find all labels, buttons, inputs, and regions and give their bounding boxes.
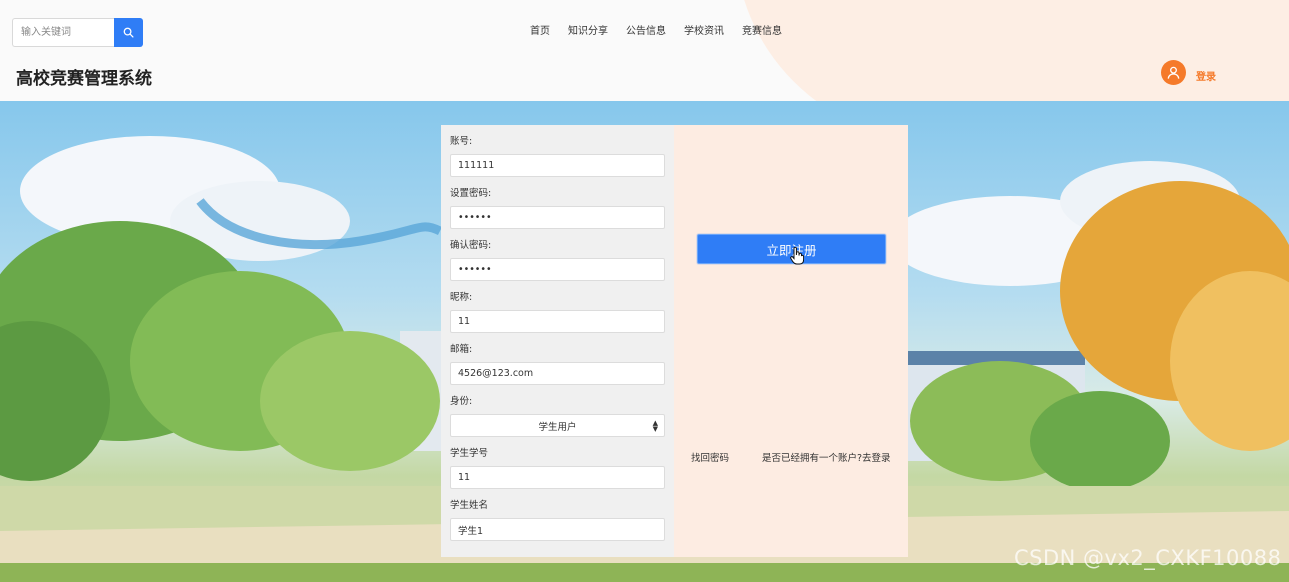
go-to-login-link[interactable]: 是否已经拥有一个账户?去登录: [762, 450, 891, 464]
header-decoration: [735, 0, 1289, 101]
nickname-label: 昵称:: [450, 292, 473, 303]
login-link[interactable]: 登录: [1196, 68, 1216, 83]
identity-select[interactable]: 学生用户 ▲ ▼: [450, 414, 665, 437]
site-title: 高校竞赛管理系统: [16, 69, 152, 89]
password-label: 设置密码:: [450, 188, 492, 199]
nickname-input[interactable]: [450, 310, 665, 333]
account-label: 账号:: [450, 136, 473, 147]
confirm-password-input[interactable]: [450, 258, 665, 281]
main-nav: 首页 知识分享 公告信息 学校资讯 竞赛信息: [530, 22, 782, 37]
user-icon: [1167, 66, 1180, 79]
nav-item-home[interactable]: 首页: [530, 22, 550, 37]
identity-select-value: 学生用户: [538, 421, 577, 433]
header: 首页 知识分享 公告信息 学校资讯 竞赛信息 高校竞赛管理系统 登录: [0, 0, 1289, 101]
hand-cursor-icon: [790, 247, 804, 265]
action-panel: 立即注册 找回密码 是否已经拥有一个账户?去登录: [674, 125, 908, 557]
nav-item-knowledge[interactable]: 知识分享: [568, 22, 608, 37]
search-input[interactable]: [12, 18, 114, 47]
search-bar: [12, 18, 143, 47]
password-input[interactable]: [450, 206, 665, 229]
student-name-label: 学生姓名: [450, 500, 489, 511]
forgot-password-link[interactable]: 找回密码: [691, 450, 729, 464]
watermark: CSDN @vx2_CXKF10088: [1014, 546, 1282, 570]
avatar[interactable]: [1161, 60, 1186, 85]
identity-label: 身份:: [450, 396, 473, 407]
student-number-input[interactable]: [450, 466, 665, 489]
nav-item-competitions[interactable]: 竞赛信息: [742, 22, 782, 37]
sort-arrows-icon: ▲ ▼: [652, 419, 658, 433]
student-name-input[interactable]: [450, 518, 665, 541]
search-icon: [123, 27, 134, 38]
student-number-label: 学生学号: [450, 448, 489, 459]
confirm-password-label: 确认密码:: [450, 240, 492, 251]
search-button[interactable]: [114, 18, 143, 47]
nav-item-announcements[interactable]: 公告信息: [626, 22, 666, 37]
email-input[interactable]: [450, 362, 665, 385]
nav-item-school-news[interactable]: 学校资讯: [684, 22, 724, 37]
email-label: 邮箱:: [450, 344, 473, 355]
account-input[interactable]: [450, 154, 665, 177]
register-form: 账号: 设置密码: 确认密码: 昵称: 邮箱: 身份: 学生用户 ▲▼ 学生学号…: [441, 125, 674, 557]
